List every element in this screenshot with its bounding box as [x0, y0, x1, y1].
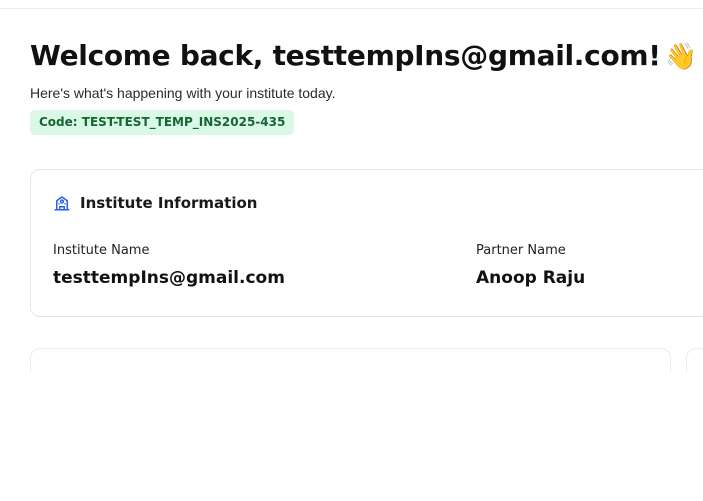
page-blank-area [0, 372, 703, 501]
partner-name-field: Partner Name Anoop Raju [476, 243, 585, 288]
welcome-section: Welcome back, testtempIns@gmail.com! 👋 He… [30, 38, 703, 135]
page-title: Welcome back, testtempIns@gmail.com! 👋 [30, 38, 703, 75]
institute-code-badge: Code: TEST-TEST_TEMP_INS2025-435 [30, 110, 295, 135]
partner-name-label: Partner Name [476, 243, 566, 258]
card-title: Institute Information [80, 194, 258, 212]
institute-name-value: testtempIns@gmail.com [53, 268, 285, 288]
welcome-subtitle: Here's what's happening with your instit… [30, 85, 336, 101]
institute-name-field: Institute Name testtempIns@gmail.com [53, 243, 285, 288]
top-bar-divider [0, 0, 703, 9]
institute-building-icon [54, 196, 70, 211]
institute-information-card: Institute Information Institute Name tes… [30, 169, 703, 317]
institute-name-label: Institute Name [53, 243, 150, 258]
card-header: Institute Information [53, 194, 257, 212]
waving-hand-icon: 👋 [664, 42, 697, 72]
partner-name-value: Anoop Raju [476, 268, 586, 288]
welcome-text: Welcome back, testtempIns@gmail.com! [30, 39, 661, 72]
